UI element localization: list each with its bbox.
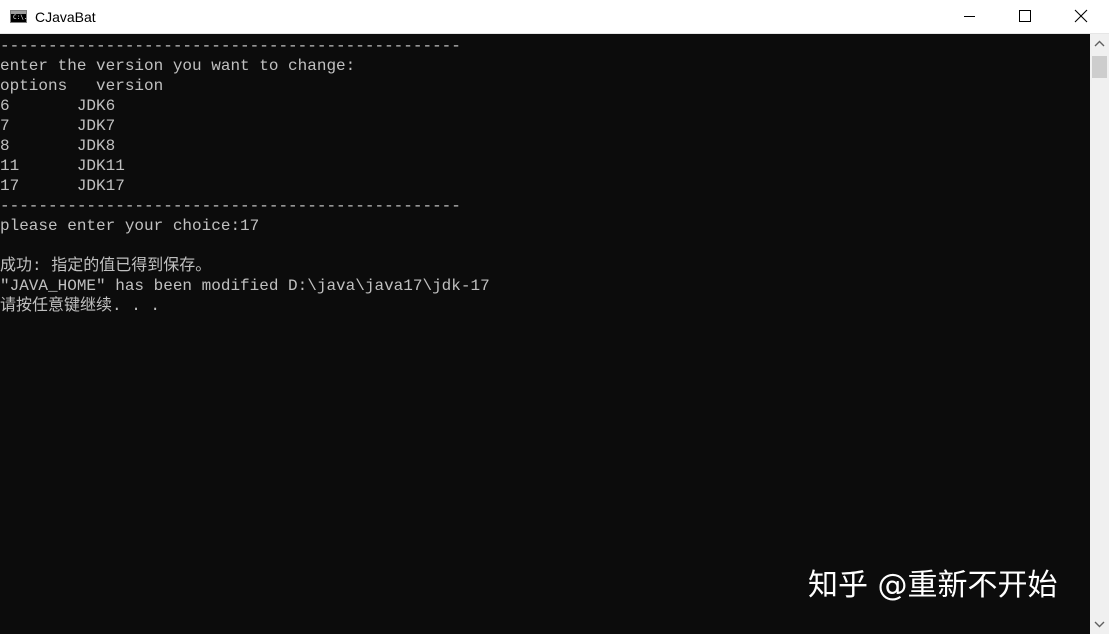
minimize-button[interactable]: [947, 0, 993, 33]
watermark-text: 知乎 @重新不开始: [808, 568, 1058, 603]
console-output-area[interactable]: ----------------------------------------…: [0, 34, 1090, 634]
console-success-line: 成功: 指定的值已得到保存。: [0, 257, 212, 275]
console-modified-line: "JAVA_HOME" has been modified D:\java\ja…: [0, 277, 490, 295]
maximize-icon: [1019, 10, 1031, 22]
console-icon-label: C:\.: [13, 14, 28, 21]
close-button[interactable]: [1058, 0, 1104, 33]
console-choice-line: please enter your choice:17: [0, 217, 260, 235]
minimize-icon: [964, 16, 975, 17]
title-bar[interactable]: C:\. CJavaBat: [0, 0, 1109, 34]
console-options-header: options version: [0, 77, 164, 95]
console-press-key-line: 请按任意键继续. . .: [0, 297, 161, 315]
console-output: ----------------------------------------…: [0, 36, 490, 316]
console-option-row: 17 JDK17: [0, 177, 125, 195]
chevron-up-icon: [1094, 40, 1105, 47]
console-separator-top: ----------------------------------------…: [0, 37, 461, 55]
console-separator-bottom: ----------------------------------------…: [0, 197, 461, 215]
console-option-row: 8 JDK8: [0, 137, 116, 155]
vertical-scrollbar[interactable]: [1090, 34, 1109, 634]
console-option-row: 7 JDK7: [0, 117, 116, 135]
console-icon[interactable]: C:\.: [10, 10, 27, 23]
scroll-down-button[interactable]: [1090, 614, 1109, 634]
scroll-up-button[interactable]: [1090, 34, 1109, 54]
close-icon: [1074, 9, 1088, 23]
console-option-row: 6 JDK6: [0, 97, 116, 115]
console-window: C:\. CJavaBat --------------------------…: [0, 0, 1109, 634]
scrollbar-thumb[interactable]: [1092, 56, 1107, 78]
window-title: CJavaBat: [35, 9, 96, 25]
console-option-row: 11 JDK11: [0, 157, 125, 175]
chevron-down-icon: [1094, 621, 1105, 628]
console-prompt-line: enter the version you want to change:: [0, 57, 356, 75]
maximize-button[interactable]: [1002, 0, 1048, 33]
